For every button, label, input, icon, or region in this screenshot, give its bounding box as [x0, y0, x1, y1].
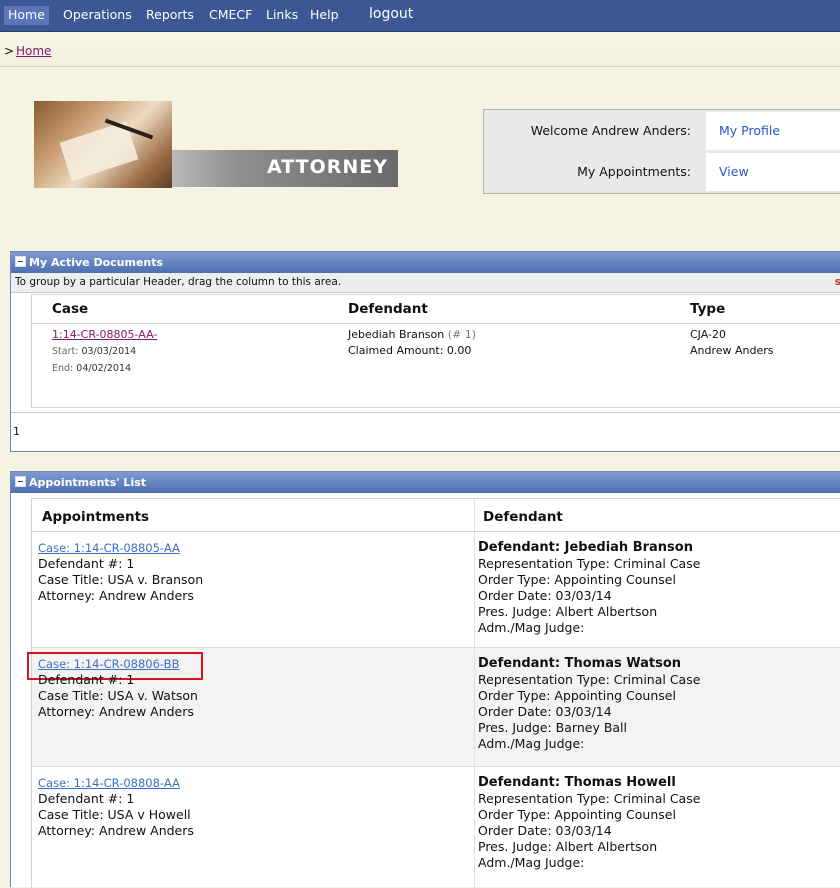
order-date: Order Date: 03/03/14 — [478, 588, 612, 603]
start-label: Start: — [52, 346, 79, 357]
table-row-defendant: Jebediah Branson (# 1) Claimed Amount: 0… — [348, 327, 476, 359]
menu-links[interactable]: Links — [266, 0, 298, 31]
menu-reports[interactable]: Reports — [146, 0, 194, 31]
presiding-judge: Pres. Judge: Barney Ball — [478, 720, 628, 735]
attorney: Attorney: Andrew Anders — [38, 823, 194, 838]
appointment-row: Case: 1:14-CR-08805-AA Defendant #: 1 Ca… — [32, 532, 840, 648]
order-date: Order Date: 03/03/14 — [478, 704, 612, 719]
logout-link[interactable]: logout — [369, 0, 413, 31]
column-header-type[interactable]: Type — [690, 301, 725, 317]
group-by-hint: To group by a particular Header, drag th… — [15, 276, 342, 288]
column-header-defendant[interactable]: Defendant — [348, 301, 428, 317]
defendant-name: Defendant: Thomas Howell — [478, 775, 676, 790]
case-title: Case Title: USA v. Watson — [38, 688, 198, 703]
appointments-panel: Appointments' List Appointments Defendan… — [10, 471, 840, 888]
presiding-judge: Pres. Judge: Albert Albertson — [478, 839, 658, 854]
start-date: 03/03/2014 — [81, 346, 137, 357]
active-documents-header[interactable]: My Active Documents — [11, 252, 840, 273]
appointments-row: My Appointments: View — [484, 152, 840, 192]
case-title: Case Title: USA v Howell — [38, 807, 191, 822]
breadcrumb: > Home — [0, 32, 840, 67]
column-header-defendant: Defendant — [483, 509, 563, 525]
welcome-label: Welcome Andrew Anders: — [530, 123, 691, 138]
document-type: CJA-20 — [690, 328, 726, 341]
magistrate-judge: Adm./Mag Judge: — [478, 736, 585, 751]
table-row-case: 1:14-CR-08805-AA- Start: 03/03/2014 End:… — [52, 327, 157, 377]
view-appointments-link[interactable]: View — [719, 164, 749, 179]
presiding-judge: Pres. Judge: Albert Albertson — [478, 604, 658, 619]
representation-type: Representation Type: Criminal Case — [478, 672, 701, 687]
breadcrumb-separator: > — [4, 44, 15, 58]
active-documents-title: My Active Documents — [29, 256, 164, 269]
end-date: 04/02/2014 — [76, 363, 132, 374]
attorney: Attorney: Andrew Anders — [38, 588, 194, 603]
collapse-icon[interactable] — [15, 476, 26, 487]
defendant-name: Defendant: Thomas Watson — [478, 656, 682, 671]
menu-operations[interactable]: Operations — [63, 0, 132, 31]
attorney: Attorney: Andrew Anders — [38, 704, 194, 719]
defendant-number: Defendant #: 1 — [38, 556, 135, 571]
case-link[interactable]: 1:14-CR-08805-AA- — [52, 328, 157, 341]
active-documents-panel: My Active Documents To group by a partic… — [10, 251, 840, 452]
defendant-name: Jebediah Branson — [348, 328, 445, 341]
my-profile-link[interactable]: My Profile — [719, 123, 780, 138]
order-type: Order Type: Appointing Counsel — [478, 807, 676, 822]
appointment-row: Case: 1:14-CR-08806-BB Defendant #: 1 Ca… — [27, 648, 840, 767]
welcome-box: Welcome Andrew Anders: My Profile My App… — [483, 109, 840, 194]
representation-type: Representation Type: Criminal Case — [478, 556, 701, 571]
magistrate-judge: Adm./Mag Judge: — [478, 855, 585, 870]
banner-photo — [34, 101, 172, 188]
magistrate-judge: Adm./Mag Judge: — [478, 620, 585, 635]
column-header-appointments: Appointments — [42, 509, 150, 525]
banner-title-bar: ATTORNEY — [172, 150, 398, 187]
document-attorney: Andrew Anders — [690, 344, 774, 357]
representation-type: Representation Type: Criminal Case — [478, 791, 701, 806]
top-menu-bar: Home Operations Reports CMECF Links Help… — [0, 0, 840, 32]
appointment-case-link[interactable]: Case: 1:14-CR-08805-AA — [38, 541, 180, 555]
column-header-case[interactable]: Case — [52, 301, 88, 317]
my-appointments-label: My Appointments: — [577, 164, 691, 179]
claimed-amount: Claimed Amount: 0.00 — [348, 344, 472, 357]
collapse-icon[interactable] — [15, 256, 26, 267]
menu-home[interactable]: Home — [4, 6, 49, 25]
appointments-title: Appointments' List — [29, 476, 147, 489]
group-by-area[interactable]: To group by a particular Header, drag th… — [11, 273, 840, 293]
banner-title: ATTORNEY — [266, 156, 388, 178]
page-number[interactable]: 1 — [13, 425, 20, 438]
table-row-type: CJA-20 Andrew Anders — [690, 327, 774, 359]
appointments-header[interactable]: Appointments' List — [11, 472, 840, 493]
group-by-edge-glyph: s — [834, 276, 840, 288]
appointment-row: Case: 1:14-CR-08808-AA Defendant #: 1 Ca… — [32, 767, 840, 888]
defendant-number: Defendant #: 1 — [38, 791, 135, 806]
end-label: End: — [52, 363, 74, 374]
attorney-banner: ATTORNEY — [34, 101, 398, 188]
breadcrumb-home-link[interactable]: Home — [16, 44, 51, 58]
case-title: Case Title: USA v. Branson — [38, 572, 204, 587]
order-date: Order Date: 03/03/14 — [478, 823, 612, 838]
active-documents-table: Case Defendant Type 1:14-CR-08805-AA- St… — [31, 294, 840, 408]
defendant-number: Defendant #: 1 — [38, 672, 135, 687]
appointment-case-link[interactable]: Case: 1:14-CR-08806-BB — [38, 657, 179, 671]
pager: 1 — [11, 412, 840, 450]
order-type: Order Type: Appointing Counsel — [478, 572, 676, 587]
menu-cmecf[interactable]: CMECF — [209, 0, 252, 31]
welcome-row: Welcome Andrew Anders: My Profile — [484, 111, 840, 151]
appointments-table: Appointments Defendant Case: 1:14-CR-088… — [27, 498, 840, 888]
defendant-name: Defendant: Jebediah Branson — [478, 540, 693, 555]
order-type: Order Type: Appointing Counsel — [478, 688, 676, 703]
menu-help[interactable]: Help — [310, 0, 339, 31]
defendant-number: (# 1) — [447, 328, 477, 341]
appointment-case-link[interactable]: Case: 1:14-CR-08808-AA — [38, 776, 180, 790]
